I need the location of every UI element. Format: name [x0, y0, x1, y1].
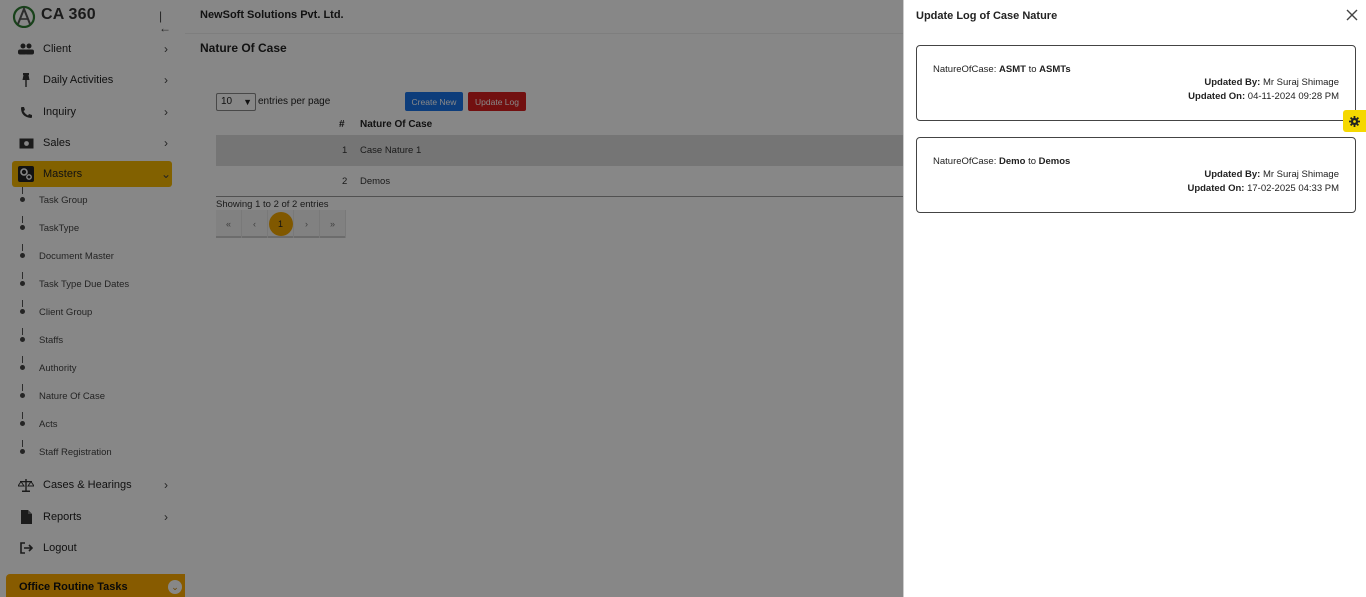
log-entry-card: NatureOfCase: ASMT to ASMTs Updated By: … [916, 45, 1356, 121]
field-name: NatureOfCase: [933, 64, 997, 75]
updated-on-label: Updated On: [1187, 183, 1245, 194]
updated-on: Updated On: 17-02-2025 04:33 PM [1187, 183, 1339, 194]
updated-by-value: Mr Suraj Shimage [1262, 169, 1339, 180]
updated-on-value: 17-02-2025 04:33 PM [1247, 183, 1339, 194]
old-value: Demo [999, 156, 1026, 167]
updated-by-label: Updated By: [1204, 169, 1261, 180]
updated-on-label: Updated On: [1188, 91, 1246, 102]
updated-by: Updated By: Mr Suraj Shimage [1204, 169, 1339, 180]
settings-gear-button[interactable] [1343, 110, 1366, 132]
gear-icon [1349, 115, 1360, 127]
field-name: NatureOfCase: [933, 156, 997, 167]
to-word: to [1028, 64, 1037, 75]
updated-by-label: Updated By: [1204, 77, 1261, 88]
drawer-title: Update Log of Case Nature [916, 10, 1058, 22]
change-summary: NatureOfCase: Demo to Demos [933, 156, 1070, 167]
close-icon[interactable] [1345, 8, 1359, 22]
updated-by: Updated By: Mr Suraj Shimage [1204, 77, 1339, 88]
old-value: ASMT [999, 64, 1026, 75]
change-summary: NatureOfCase: ASMT to ASMTs [933, 64, 1071, 75]
new-value: Demos [1038, 156, 1071, 167]
updated-on-value: 04-11-2024 09:28 PM [1247, 91, 1339, 102]
log-entry-card: NatureOfCase: Demo to Demos Updated By: … [916, 137, 1356, 213]
updated-on: Updated On: 04-11-2024 09:28 PM [1188, 91, 1339, 102]
update-log-drawer: Update Log of Case Nature NatureOfCase: … [903, 0, 1366, 597]
updated-by-value: Mr Suraj Shimage [1262, 77, 1339, 88]
new-value: ASMTs [1039, 64, 1071, 75]
modal-backdrop[interactable] [0, 0, 903, 597]
to-word: to [1028, 156, 1036, 167]
